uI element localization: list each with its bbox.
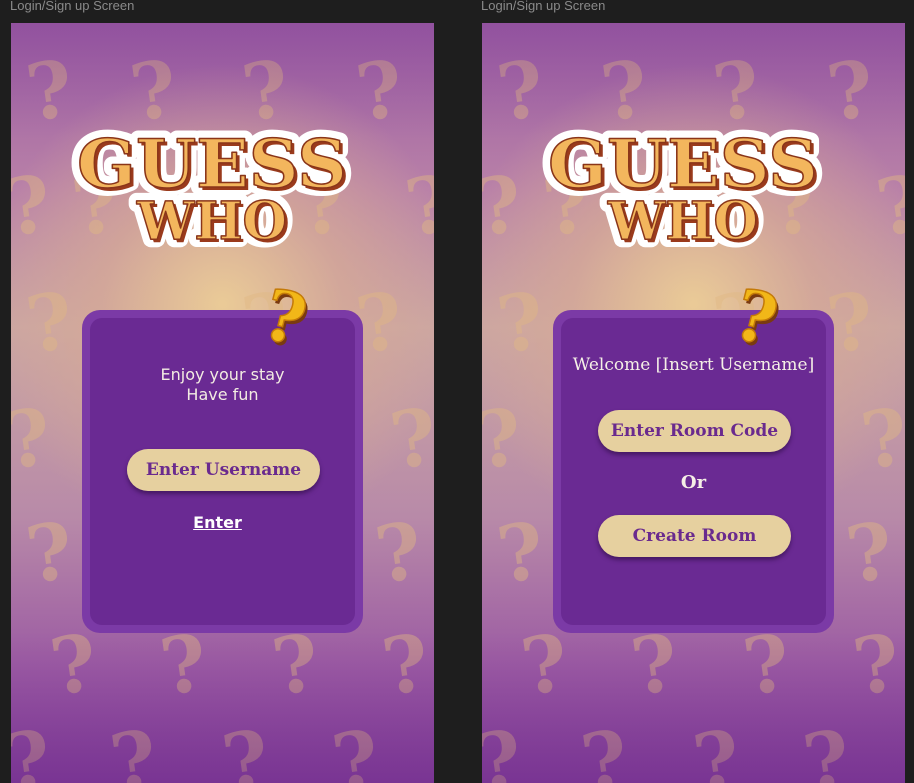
question-mark-icon: ? ? — [728, 281, 784, 353]
question-mark-pattern-icon: ? — [737, 617, 796, 714]
guess-who-logo: GUESS WHO GUESS WHO GUESS WHO — [69, 117, 355, 249]
login-card-inner: Enjoy your stay Have fun Enter Username … — [90, 318, 355, 625]
question-mark-pattern-icon: ? — [376, 617, 434, 714]
question-mark-pattern-icon: ? — [350, 43, 409, 140]
question-mark-pattern-icon: ? — [491, 505, 550, 602]
question-mark-pattern-icon: ? — [44, 617, 103, 714]
or-separator: Or — [680, 472, 707, 493]
question-mark-pattern-icon: ? — [11, 713, 57, 783]
question-mark-pattern-icon: ? — [482, 158, 528, 255]
question-mark-pattern-icon: ? — [847, 617, 905, 714]
question-mark-pattern-icon: ? — [326, 713, 385, 783]
enter-link[interactable]: Enter — [80, 513, 355, 532]
question-mark-pattern-icon: ? — [399, 158, 434, 255]
question-mark-icon: ? ? — [257, 281, 313, 353]
question-mark-pattern-icon: ? — [870, 158, 905, 255]
enter-username-button[interactable]: Enter Username — [127, 449, 320, 491]
question-mark-pattern-icon: ? — [11, 158, 57, 255]
welcome-text: Welcome [Insert Username] — [572, 355, 815, 375]
lobby-card: Welcome [Insert Username] Enter Room Cod… — [553, 310, 834, 633]
question-mark-pattern-icon: ? — [20, 505, 79, 602]
tagline-line1: Enjoy your stay — [160, 365, 285, 384]
create-room-button[interactable]: Create Room — [598, 515, 791, 557]
question-mark-pattern-icon: ? — [575, 713, 634, 783]
question-mark-pattern-icon: ? — [797, 713, 856, 783]
question-mark-pattern-icon: ? — [687, 713, 746, 783]
question-mark-pattern-icon: ? — [491, 275, 550, 372]
question-mark-pattern-icon: ? — [821, 43, 880, 140]
question-mark-pattern-icon: ? — [369, 505, 428, 602]
question-mark-pattern-icon: ? — [855, 391, 905, 488]
logo-line2: WHO — [136, 191, 287, 249]
frame-label-lobby: Login/Sign up Screen — [481, 0, 606, 13]
svg-text:?: ? — [257, 281, 313, 353]
question-mark-pattern-icon: ? — [625, 617, 684, 714]
login-card: Enjoy your stay Have fun Enter Username … — [82, 310, 363, 633]
logo-line2: WHO — [607, 191, 758, 249]
lobby-card-inner: Welcome [Insert Username] Enter Room Cod… — [561, 318, 826, 625]
svg-text:?: ? — [728, 281, 784, 353]
question-mark-pattern-icon: ? — [482, 391, 528, 488]
question-mark-pattern-icon: ? — [384, 391, 434, 488]
login-screen-frame: ? ? ? ? ? ? ? ? ? ? ? ? ? ? ? ? ? ? ? ? … — [11, 23, 434, 783]
question-mark-pattern-icon: ? — [154, 617, 213, 714]
lobby-screen-frame: ? ? ? ? ? ? ? ? ? ? ? ? ? ? ? ? ? ? ? ? … — [482, 23, 905, 783]
question-mark-pattern-icon: ? — [840, 505, 899, 602]
frame-label-login: Login/Sign up Screen — [10, 0, 135, 13]
question-mark-pattern-icon: ? — [515, 617, 574, 714]
question-mark-pattern-icon: ? — [266, 617, 325, 714]
enter-room-code-button[interactable]: Enter Room Code — [598, 410, 791, 452]
guess-who-logo: GUESS WHO GUESS WHO GUESS WHO — [540, 117, 826, 249]
question-mark-pattern-icon: ? — [11, 391, 57, 488]
question-mark-pattern-icon: ? — [482, 713, 528, 783]
tagline-line2: Have fun — [186, 385, 259, 404]
question-mark-pattern-icon: ? — [216, 713, 275, 783]
question-mark-pattern-icon: ? — [20, 275, 79, 372]
question-mark-pattern-icon: ? — [104, 713, 163, 783]
